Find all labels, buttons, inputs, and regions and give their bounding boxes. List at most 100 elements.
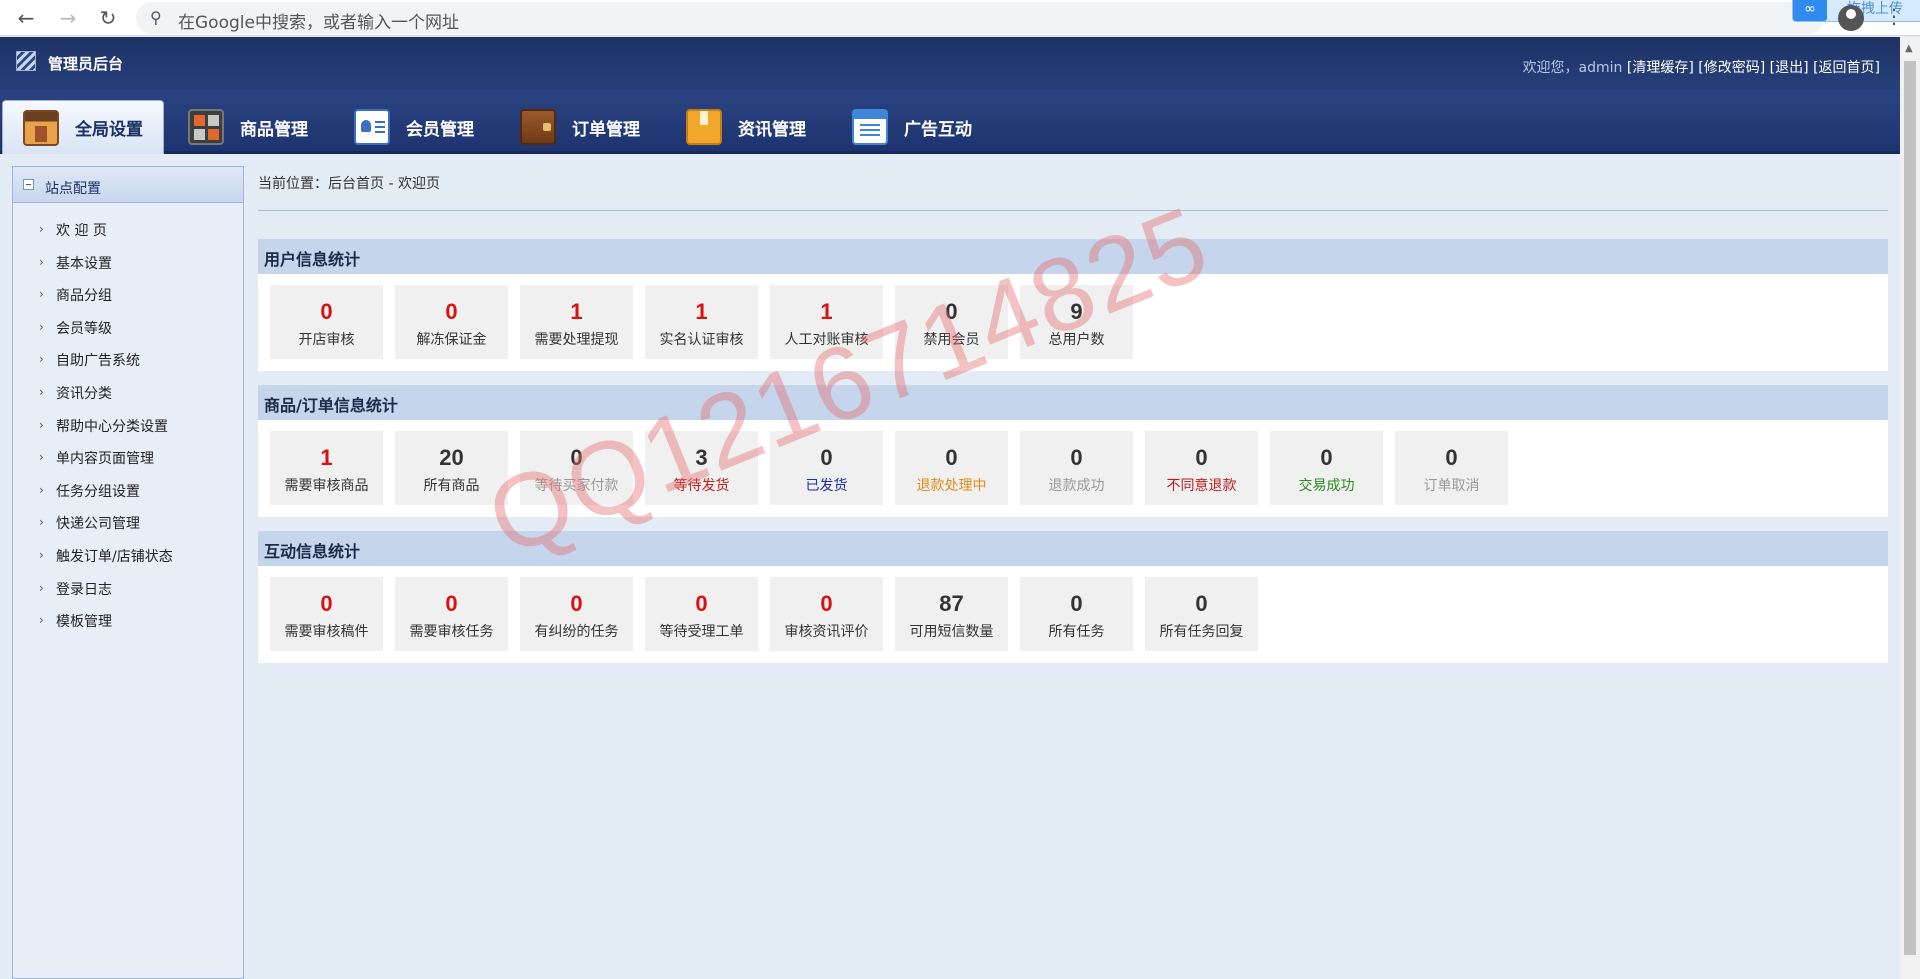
sidebar-item[interactable]: › 资讯分类 xyxy=(13,378,243,411)
sidebar-item-label: 任务分组设置 xyxy=(56,483,140,500)
stat-card[interactable]: 3 等待发货 xyxy=(645,431,758,505)
stat-card[interactable]: 20 所有商品 xyxy=(395,431,508,505)
stat-row: 0 需要审核稿件 0 需要审核任务 0 有纠纷的任务 0 等待受理工单 0 审核资讯评价 87 可用短… xyxy=(258,566,1888,663)
stat-card[interactable]: 0 审核资讯评价 xyxy=(770,577,883,651)
chevron-right-icon: › xyxy=(39,287,44,302)
stat-card[interactable]: 1 人工对账审核 xyxy=(770,285,883,359)
stat-value: 0 xyxy=(1070,445,1083,470)
sidebar-menu: › 欢 迎 页 › 基本设置 › 商品分组 › 会员等级 › 自助广告系统 › 资讯分类 › 帮助中心分类… xyxy=(13,203,243,639)
browser-menu-icon[interactable]: ⋮ xyxy=(1884,4,1904,28)
tab-ad-interaction[interactable]: 广告互动 xyxy=(832,100,992,154)
search-icon: ⚲ xyxy=(150,8,162,27)
stat-card[interactable]: 0 有纠纷的任务 xyxy=(520,577,633,651)
main-content: 当前位置：后台首页 - 欢迎页 用户信息统计 0 开店审核 0 解冻保证金 1 需要处理提现… xyxy=(258,166,1888,663)
stat-card[interactable]: 0 所有任务 xyxy=(1020,577,1133,651)
chevron-right-icon: › xyxy=(39,384,44,399)
stat-card[interactable]: 0 解冻保证金 xyxy=(395,285,508,359)
sidebar-item[interactable]: › 触发订单/店铺状态 xyxy=(13,541,243,574)
stat-card[interactable]: 0 退款处理中 xyxy=(895,431,1008,505)
stat-value: 0 xyxy=(1320,445,1333,470)
sidebar-item[interactable]: › 基本设置 xyxy=(13,248,243,281)
stat-card[interactable]: 0 开店审核 xyxy=(270,285,383,359)
sidebar-item[interactable]: › 登录日志 xyxy=(13,574,243,607)
stat-value: 0 xyxy=(945,299,958,324)
stat-value: 1 xyxy=(320,445,333,470)
sidebar-item[interactable]: › 欢 迎 页 xyxy=(13,215,243,248)
sidebar-item[interactable]: › 模板管理 xyxy=(13,606,243,639)
stat-value: 0 xyxy=(695,591,708,616)
sidebar-item[interactable]: › 任务分组设置 xyxy=(13,476,243,509)
sidebar-item[interactable]: › 会员等级 xyxy=(13,313,243,346)
stat-value: 0 xyxy=(570,591,583,616)
chevron-right-icon: › xyxy=(39,222,44,236)
logout-link[interactable]: [退出] xyxy=(1770,60,1809,76)
sidebar-item-label: 快递公司管理 xyxy=(56,516,140,533)
stat-label: 审核资讯评价 xyxy=(784,624,869,640)
back-arrow-icon[interactable]: ← xyxy=(12,4,40,32)
tab-news-management[interactable]: 资讯管理 xyxy=(666,100,826,154)
stat-card[interactable]: 1 实名认证审核 xyxy=(645,285,758,359)
stat-card[interactable]: 0 等待买家付款 xyxy=(520,431,633,505)
stat-label: 所有任务 xyxy=(1048,624,1105,640)
stat-value: 0 xyxy=(820,591,833,616)
stat-value: 0 xyxy=(820,445,833,470)
stat-card[interactable]: 87 可用短信数量 xyxy=(895,577,1008,651)
change-password-link[interactable]: [修改密码] xyxy=(1698,60,1765,76)
stat-card[interactable]: 0 订单取消 xyxy=(1395,431,1508,505)
stat-card[interactable]: 0 所有任务回复 xyxy=(1145,577,1258,651)
stats-panel: 互动信息统计 0 需要审核稿件 0 需要审核任务 0 有纠纷的任务 0 等待受理工单 0 审核资讯评… xyxy=(258,531,1888,663)
stat-card[interactable]: 0 需要审核任务 xyxy=(395,577,508,651)
tab-member-management[interactable]: 会员管理 xyxy=(334,100,494,154)
stat-card[interactable]: 0 等待受理工单 xyxy=(645,577,758,651)
tab-global-settings[interactable]: 全局设置 xyxy=(2,100,164,154)
sidebar-item[interactable]: › 商品分组 xyxy=(13,280,243,313)
stat-value: 0 xyxy=(945,445,958,470)
sidebar-item-label: 触发订单/店铺状态 xyxy=(56,548,173,565)
stat-value: 0 xyxy=(445,591,458,616)
stat-label: 所有任务回复 xyxy=(1159,624,1244,640)
stat-card[interactable]: 0 交易成功 xyxy=(1270,431,1383,505)
chevron-right-icon: › xyxy=(39,580,44,595)
main-nav: 全局设置 商品管理 会员管理 订单管理 资讯管理 广告互动 xyxy=(0,90,1900,154)
sidebar-item[interactable]: › 自助广告系统 xyxy=(13,345,243,378)
sidebar-item[interactable]: › 单内容页面管理 xyxy=(13,443,243,476)
stat-card[interactable]: 0 需要审核稿件 xyxy=(270,577,383,651)
stat-value: 0 xyxy=(1195,445,1208,470)
address-bar[interactable]: ⚲ 在Google中搜索，或者输入一个网址 ∞ 拖拽上传 xyxy=(136,0,1920,34)
tab-label: 广告互动 xyxy=(904,119,972,140)
stat-card[interactable]: 9 总用户数 xyxy=(1020,285,1133,359)
profile-avatar-icon[interactable] xyxy=(1838,5,1864,31)
scroll-up-arrow-icon[interactable]: ▲ xyxy=(1905,43,1913,54)
sidebar-section-header[interactable]: 站点配置 xyxy=(13,167,243,203)
sidebar-item[interactable]: › 帮助中心分类设置 xyxy=(13,411,243,444)
clear-cache-link[interactable]: [清理缓存] xyxy=(1627,60,1694,76)
tab-order-management[interactable]: 订单管理 xyxy=(500,100,660,154)
stat-label: 需要处理提现 xyxy=(534,332,619,348)
forward-arrow-icon[interactable]: → xyxy=(54,4,82,32)
tab-goods-management[interactable]: 商品管理 xyxy=(168,100,328,154)
stat-card[interactable]: 1 需要处理提现 xyxy=(520,285,633,359)
welcome-text: 欢迎您，admin xyxy=(1522,60,1623,76)
stat-label: 人工对账审核 xyxy=(784,332,869,348)
reload-icon[interactable]: ↻ xyxy=(94,4,122,32)
stat-card[interactable]: 0 禁用会员 xyxy=(895,285,1008,359)
page-scrollbar[interactable]: ▲ xyxy=(1900,37,1920,979)
tab-label: 商品管理 xyxy=(240,119,308,140)
stat-card[interactable]: 0 已发货 xyxy=(770,431,883,505)
sidebar-item-label: 单内容页面管理 xyxy=(56,451,154,468)
scrollbar-thumb[interactable] xyxy=(1904,61,1916,955)
stat-card[interactable]: 0 退款成功 xyxy=(1020,431,1133,505)
stat-value: 0 xyxy=(320,591,333,616)
return-home-link[interactable]: [返回首页] xyxy=(1813,60,1880,76)
collapse-icon[interactable] xyxy=(23,179,34,190)
stat-value: 87 xyxy=(939,591,964,616)
stat-card[interactable]: 0 不同意退款 xyxy=(1145,431,1258,505)
sidebar-item-label: 模板管理 xyxy=(56,614,112,631)
stat-card[interactable]: 1 需要审核商品 xyxy=(270,431,383,505)
stat-label: 禁用会员 xyxy=(923,332,980,348)
stat-label: 不同意退款 xyxy=(1166,478,1237,494)
stat-value: 0 xyxy=(445,299,458,324)
stat-label: 需要审核商品 xyxy=(284,478,369,494)
sidebar-item[interactable]: › 快递公司管理 xyxy=(13,508,243,541)
address-bar-placeholder: 在Google中搜索，或者输入一个网址 xyxy=(178,13,459,33)
